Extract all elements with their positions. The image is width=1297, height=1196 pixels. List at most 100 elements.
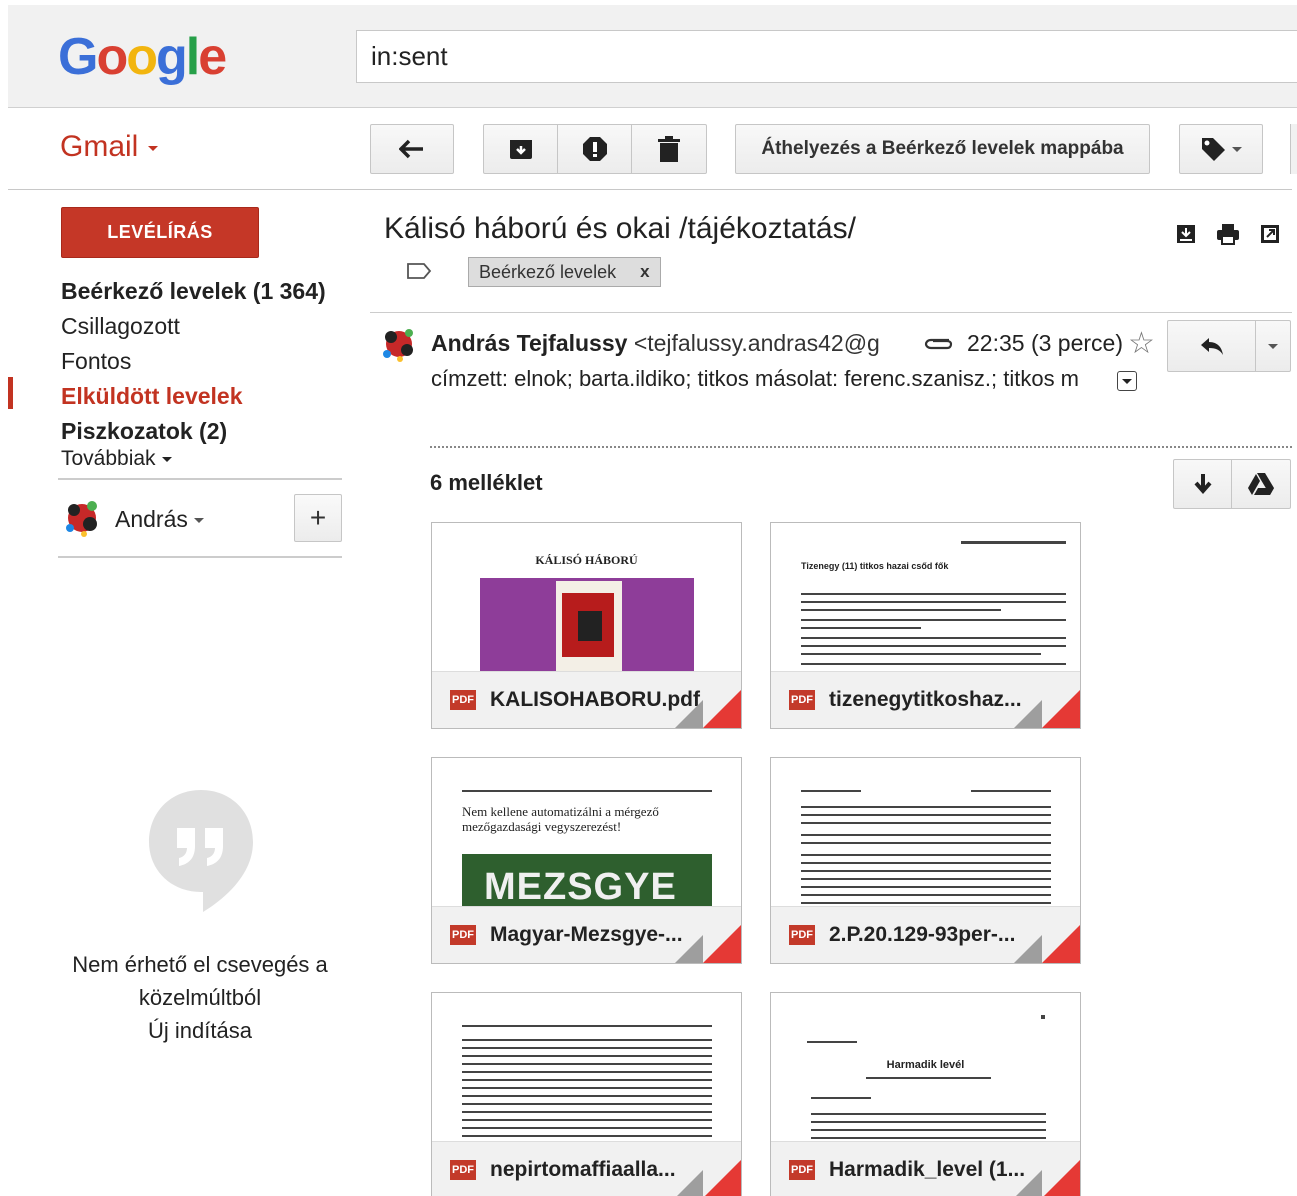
sidebar-item-inbox[interactable]: Beérkező levelek (1 364) — [61, 274, 326, 309]
attachment-preview: Tizenegy (11) titkos hazai csőd fők — [771, 523, 1080, 673]
archive-button[interactable] — [484, 125, 558, 173]
attachment-name: nepirtomaffiaalla... — [490, 1158, 676, 1181]
doc-line — [801, 870, 1051, 872]
sidebar-divider — [58, 478, 342, 480]
doc-line — [1041, 1015, 1045, 1019]
expand-all-button[interactable] — [1174, 222, 1198, 246]
doc-line — [462, 1119, 712, 1121]
google-logo[interactable]: Google — [58, 27, 227, 87]
print-icon — [1217, 224, 1239, 245]
attachments-count: 6 melléklet — [430, 470, 543, 495]
hangouts-user-menu[interactable]: András — [115, 506, 204, 533]
gmail-menu[interactable]: Gmail — [60, 130, 159, 164]
attachment-preview — [432, 993, 741, 1143]
save-to-drive-button[interactable] — [1232, 460, 1290, 508]
avatar[interactable] — [60, 494, 106, 542]
print-button[interactable] — [1216, 222, 1240, 246]
new-window-button[interactable] — [1258, 222, 1282, 246]
new-chat-button[interactable]: + — [294, 494, 342, 542]
pdf-icon: PDF — [789, 690, 815, 710]
doc-line — [801, 854, 1051, 856]
search-input[interactable]: in:sent — [356, 30, 1297, 83]
reply-button[interactable] — [1168, 321, 1256, 371]
attachment-card[interactable]: PDF 2.P.20.129-93per-... — [770, 757, 1081, 964]
new-window-icon — [1261, 225, 1279, 243]
archive-icon — [509, 140, 532, 159]
show-details-button[interactable] — [1117, 371, 1137, 391]
pdf-corner-icon — [703, 1160, 741, 1196]
attachment-preview: Harmadik levél — [771, 993, 1080, 1143]
attachment-card[interactable]: Nem kellene automatizálni a mérgező mező… — [431, 757, 742, 964]
doc-line — [462, 1079, 712, 1081]
attachment-card[interactable]: PDF nepirtomaffiaalla... — [431, 992, 742, 1196]
sender-line: András Tejfalussy <tejfalussy.andras42@g — [431, 330, 880, 357]
attachment-name: Magyar-Mezsgye-... — [490, 923, 683, 946]
pdf-icon: PDF — [789, 1160, 815, 1180]
more-toolbar-button[interactable] — [1290, 124, 1297, 174]
preview-title: Tizenegy (11) titkos hazai csőd fők — [801, 561, 949, 571]
attachment-name: Harmadik_level (1... — [829, 1158, 1026, 1181]
chevron-down-icon — [1122, 378, 1132, 384]
doc-line — [462, 1087, 712, 1089]
thread-actions — [1174, 222, 1282, 246]
delete-button[interactable] — [632, 125, 706, 173]
doc-line — [801, 862, 1051, 864]
sidebar-item-drafts[interactable]: Piszkozatok (2) — [61, 414, 326, 449]
label-chip-text[interactable]: Beérkező levelek — [479, 262, 616, 283]
sidebar-item-important[interactable]: Fontos — [61, 344, 326, 379]
doc-line — [462, 1063, 712, 1065]
sidebar-item-sent[interactable]: Elküldött levelek — [61, 379, 326, 414]
hangouts-icon — [149, 790, 253, 912]
header-divider — [370, 312, 1292, 313]
attachment-card[interactable]: KÁLISÓ HÁBORÚ PDF KALISOHABORU.pdf — [431, 522, 742, 729]
doc-line — [801, 806, 1051, 808]
label-icon[interactable] — [406, 262, 432, 280]
sender-avatar[interactable] — [378, 322, 422, 366]
attachment-card[interactable]: Harmadik levél PDF Harmadik_level (1... — [770, 992, 1081, 1196]
top-bar: Google in:sent — [8, 5, 1297, 108]
move-to-inbox-button[interactable]: Áthelyezés a Beérkező levelek mappába — [735, 124, 1150, 174]
more-actions-button[interactable] — [1256, 321, 1290, 371]
user-name: András — [115, 506, 188, 532]
attachment-name: KALISOHABORU.pdf — [490, 688, 700, 711]
preview-title: Harmadik levél — [886, 1059, 965, 1071]
doc-line — [801, 834, 1051, 836]
sender-email: <tejfalussy.andras42@g — [633, 330, 880, 356]
star-icon[interactable]: ☆ — [1128, 326, 1155, 361]
labels-button[interactable] — [1179, 124, 1263, 174]
book-figure — [578, 611, 602, 641]
compose-button[interactable]: LEVÉLÍRÁS — [61, 207, 259, 258]
attachment-card[interactable]: Tizenegy (11) titkos hazai csőd fők PDF … — [770, 522, 1081, 729]
doc-line — [801, 593, 1066, 595]
sidebar-item-starred[interactable]: Csillagozott — [61, 309, 326, 344]
doc-line — [801, 878, 1051, 880]
message-subject: Kálisó háború és okai /tájékoztatás/ — [384, 212, 856, 245]
expand-all-icon — [1177, 225, 1195, 243]
doc-line — [462, 1055, 712, 1057]
more-label: Továbbiak — [61, 447, 156, 470]
chat-message-line2: közelmúltból — [138, 985, 262, 1010]
download-all-button[interactable] — [1174, 460, 1233, 508]
reply-button-group — [1167, 320, 1291, 372]
back-button[interactable] — [370, 124, 454, 174]
doc-line — [801, 637, 1066, 639]
sidebar-more-link[interactable]: Továbbiak — [61, 447, 172, 471]
doc-line — [462, 1111, 712, 1113]
doc-line — [801, 902, 1051, 904]
gmail-label: Gmail — [60, 130, 139, 163]
pdf-corner-icon — [703, 925, 741, 963]
doc-line — [801, 886, 1051, 888]
start-new-chat-link[interactable]: Új indítása — [50, 1014, 350, 1047]
pdf-corner-icon — [703, 690, 741, 728]
preview-banner: MEZSGYE — [484, 866, 677, 908]
doc-line — [811, 1137, 1046, 1139]
sidebar-divider — [58, 556, 342, 558]
message-time[interactable]: 22:35 (3 perce) — [967, 330, 1123, 357]
remove-label-button[interactable]: x — [640, 262, 649, 282]
paperclip-icon — [924, 338, 953, 350]
doc-line — [462, 1071, 712, 1073]
preview-title: Nem kellene automatizálni a mérgező mező… — [462, 804, 659, 834]
sender-name[interactable]: András Tejfalussy — [431, 330, 627, 356]
report-spam-button[interactable] — [558, 125, 632, 173]
corner-fold — [1014, 1170, 1042, 1196]
